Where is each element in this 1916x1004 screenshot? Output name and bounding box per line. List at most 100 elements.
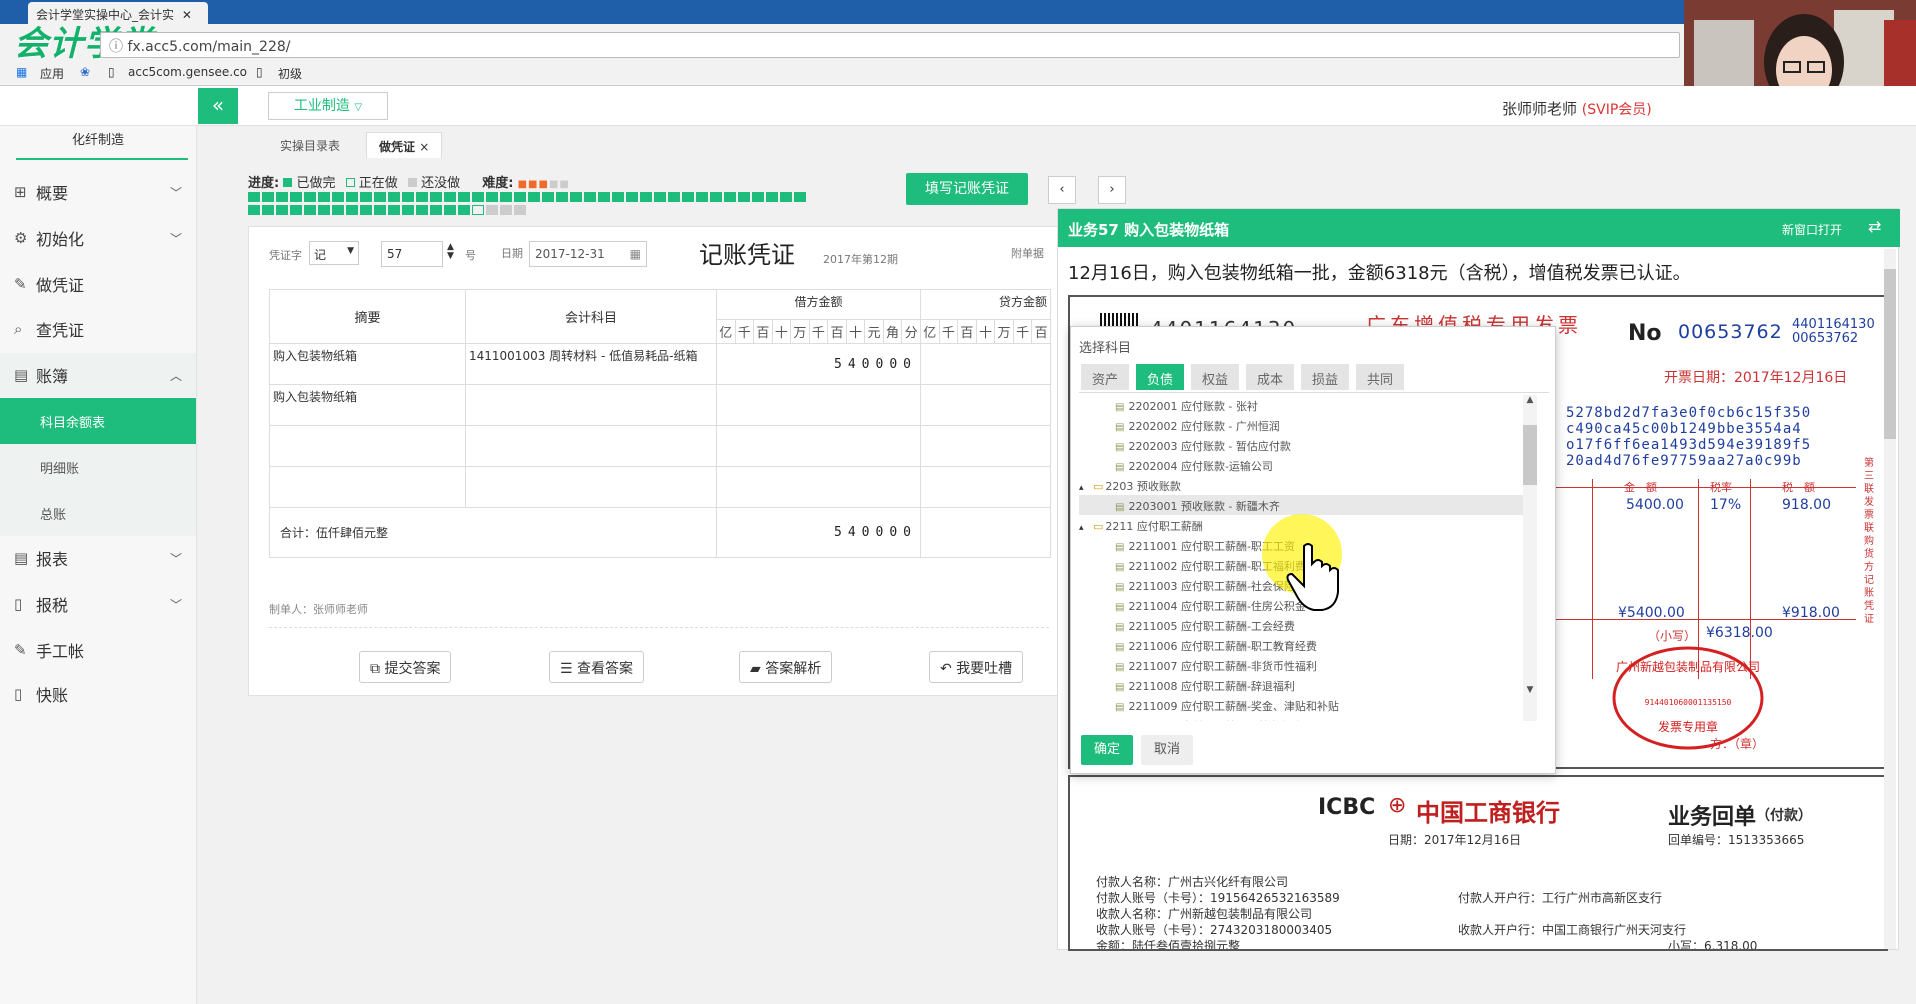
progress-cell[interactable] [444, 192, 456, 202]
progress-cell[interactable] [500, 205, 512, 215]
progress-cell[interactable] [388, 192, 400, 202]
sidebar-sub-detail[interactable]: 明细账 [0, 444, 196, 490]
close-icon[interactable]: ✕ [182, 8, 192, 22]
progress-cell[interactable] [500, 192, 512, 202]
tab-account-category[interactable]: 损益 [1301, 364, 1349, 390]
progress-cell[interactable] [626, 192, 638, 202]
industry-dropdown[interactable]: 工业制造 ▽ [268, 92, 388, 120]
sidebar-item-ledger[interactable]: ▤ 账簿 ︿ [0, 353, 196, 397]
expand-icon[interactable]: ▴ [1079, 483, 1093, 493]
progress-cell[interactable] [640, 192, 652, 202]
ok-button[interactable]: 确定 [1081, 735, 1133, 765]
progress-cell[interactable] [542, 192, 554, 202]
sidebar-item-overview[interactable]: ⊞ 概要 ﹀ [0, 170, 196, 214]
apps-icon[interactable]: ▦ [16, 65, 27, 79]
progress-cell[interactable] [276, 205, 288, 215]
tree-item[interactable]: ▤ 2202002 应付账款 - 广州恒润 [1079, 415, 1523, 435]
panel-scrollbar[interactable] [1884, 249, 1896, 949]
swap-icon[interactable]: ⇄ [1868, 217, 1881, 236]
tree-item[interactable]: ▤2211010 应付职工薪酬 - 着力保险 [1079, 715, 1523, 721]
progress-cell[interactable] [724, 192, 736, 202]
progress-cell[interactable] [388, 205, 400, 215]
tab-account-category[interactable]: 负债 [1136, 364, 1184, 390]
progress-cell[interactable] [752, 192, 764, 202]
progress-cell[interactable] [416, 192, 428, 202]
progress-cell[interactable] [248, 205, 260, 215]
tab-account-category[interactable]: 权益 [1191, 364, 1239, 390]
sidebar-item-make-voucher[interactable]: ✎ 做凭证 [0, 262, 196, 306]
tab-account-category[interactable]: 共同 [1356, 364, 1404, 390]
user-info[interactable]: 张师师老师 (SVIP会员) [1502, 98, 1652, 119]
account-cell[interactable] [465, 384, 717, 426]
progress-cell[interactable] [374, 192, 386, 202]
progress-cell[interactable] [472, 192, 484, 202]
sidebar-sub-general[interactable]: 总账 [0, 490, 196, 536]
tab-catalog[interactable]: 实操目录表 [268, 132, 352, 158]
next-button[interactable]: › [1098, 176, 1126, 204]
voucher-number-input[interactable]: 57 [381, 241, 443, 267]
debit-cell[interactable] [716, 384, 921, 426]
expand-icon[interactable]: ▴ [1079, 523, 1093, 533]
calendar-icon[interactable]: ▦ [630, 247, 641, 261]
progress-cell[interactable] [332, 192, 344, 202]
bookmark-apps[interactable]: 应用 [40, 65, 64, 82]
account-cell[interactable] [465, 466, 717, 508]
credit-cell[interactable] [920, 425, 1051, 467]
tree-item[interactable]: ▤ 2202001 应付账款 - 张衬 [1079, 395, 1523, 415]
new-window-link[interactable]: 新窗口打开 [1782, 221, 1842, 238]
answer-analysis-button[interactable]: ▰ 答案解析 [739, 651, 833, 683]
tab-account-category[interactable]: 资产 [1081, 364, 1129, 390]
progress-cell[interactable] [528, 192, 540, 202]
tree-item[interactable]: ▤ 2211007 应付职工薪酬-非货币性福利 [1079, 655, 1523, 675]
address-bar[interactable]: ⓘ fx.acc5.com/main_228/ [100, 32, 1680, 58]
progress-cell[interactable] [570, 192, 582, 202]
credit-cell[interactable] [920, 343, 1051, 385]
tree-item[interactable]: ▤ 2211009 应付职工薪酬-奖金、津贴和补贴 [1079, 695, 1523, 715]
progress-cell[interactable] [486, 192, 498, 202]
scroll-up-icon[interactable]: ▲ [1523, 395, 1537, 405]
bookmark-gensee[interactable]: acc5com.gensee.co [128, 65, 247, 79]
summary-cell[interactable] [269, 466, 466, 508]
scroll-down-icon[interactable]: ▼ [1523, 685, 1537, 695]
view-answer-button[interactable]: ☰ 查看答案 [549, 651, 645, 683]
sidebar-item-tax[interactable]: ▯ 报税 ﹀ [0, 582, 196, 626]
scrollbar-thumb[interactable] [1523, 425, 1537, 485]
progress-cell[interactable] [374, 205, 386, 215]
submit-answer-button[interactable]: ⧉ 提交答案 [359, 651, 452, 683]
credit-cell[interactable] [920, 466, 1051, 508]
bookmark-chuji[interactable]: 初级 [278, 65, 302, 82]
progress-cell[interactable] [584, 192, 596, 202]
progress-cell[interactable] [262, 192, 274, 202]
sidebar-item-quick[interactable]: ▯ 快账 [0, 672, 196, 716]
progress-cell[interactable] [458, 205, 470, 215]
close-icon[interactable]: × [419, 140, 429, 154]
credit-cell[interactable] [920, 384, 1051, 426]
debit-cell[interactable]: 540000 [716, 343, 921, 385]
progress-cell[interactable] [346, 205, 358, 215]
progress-cell[interactable] [486, 205, 498, 215]
sidebar-item-manual[interactable]: ✎ 手工帐 [0, 628, 196, 672]
progress-cell[interactable] [668, 192, 680, 202]
progress-cell[interactable] [458, 192, 470, 202]
progress-cell[interactable] [290, 192, 302, 202]
progress-cell[interactable] [738, 192, 750, 202]
sidebar-item-init[interactable]: ⚙ 初始化 ﹀ [0, 216, 196, 260]
progress-cell[interactable] [430, 192, 442, 202]
progress-cell[interactable] [416, 205, 428, 215]
progress-cell[interactable] [360, 205, 372, 215]
progress-cell[interactable] [430, 205, 442, 215]
number-stepper[interactable]: ▲ ▼ [447, 243, 454, 261]
voucher-type-select[interactable]: 记 ▼ [309, 241, 359, 265]
total-credit[interactable] [920, 507, 1051, 558]
progress-cell[interactable] [262, 205, 274, 215]
date-input[interactable]: 2017-12-31 ▦ [529, 241, 647, 267]
progress-cell[interactable] [710, 192, 722, 202]
progress-cell[interactable] [276, 192, 288, 202]
progress-cell[interactable] [346, 192, 358, 202]
progress-cell[interactable] [402, 192, 414, 202]
cancel-button[interactable]: 取消 [1141, 735, 1193, 765]
progress-cell[interactable] [514, 192, 526, 202]
progress-cell[interactable] [318, 205, 330, 215]
prev-button[interactable]: ‹ [1048, 176, 1076, 204]
sidebar-sub-balance[interactable]: 科目余额表 [0, 398, 196, 444]
